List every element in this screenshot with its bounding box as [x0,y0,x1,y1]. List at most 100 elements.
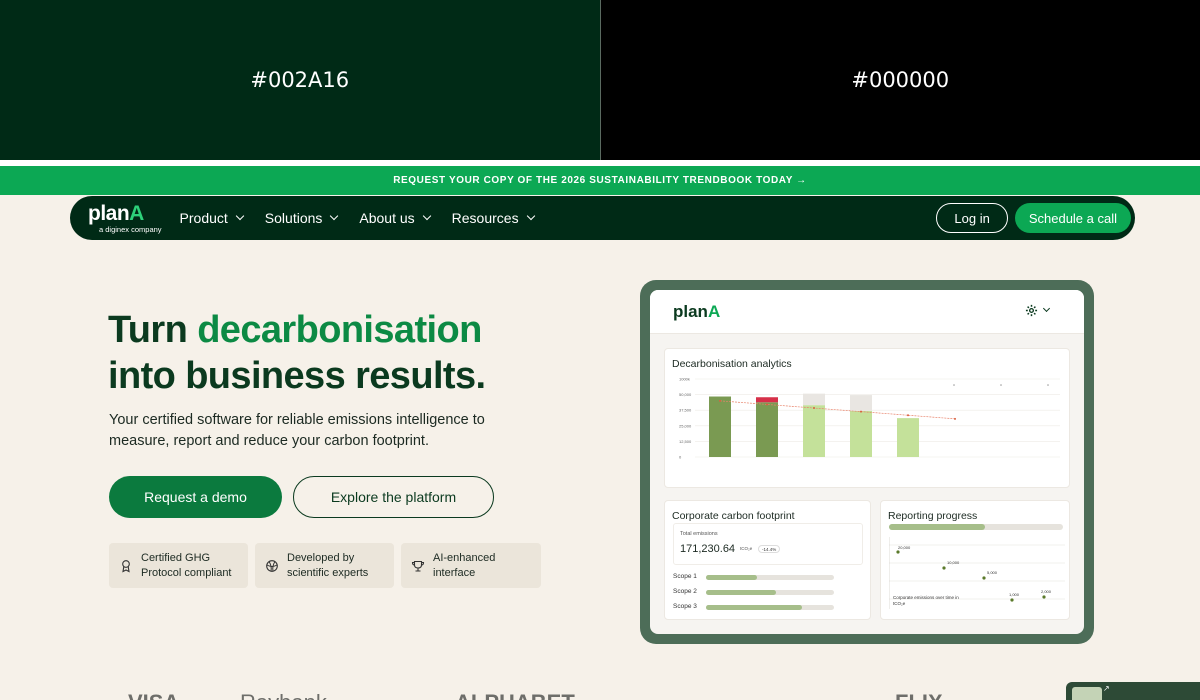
scope-label: Scope 1 [673,573,697,580]
total-emissions-value: 171,230.64 [680,543,736,555]
badge-ghg-certified: Certified GHG Protocol compliant [109,543,248,588]
partner-logos: VISA Raybank ALPHABET FLIX [0,688,1200,700]
chart-bar-cap [850,395,872,411]
mockup-settings [1025,304,1051,317]
swatch-label: #000000 [851,68,950,92]
trend-line [719,400,956,420]
partner-logo: FLIX [895,690,943,700]
widget-thumbnail [1072,687,1102,700]
carbon-footprint-card: Corporate carbon footprint Total emissio… [664,500,871,620]
trend-point [766,403,768,406]
hero-title-start: Turn [108,309,188,351]
chevron-down-icon [526,211,535,221]
dashboard-screen: planA Decarbonisation analytics 1000k 50,… [650,290,1084,634]
banner-text[interactable]: REQUEST YOUR COPY OF THE 2026 SUSTAINABI… [393,175,807,186]
chart-legend-text: Corporate emissions over time in tCO₂e [893,595,959,606]
placeholder-point [1000,384,1002,386]
chart-point-label: 1,000 [1009,592,1020,597]
trend-point [907,414,909,417]
chart-bar-cap [803,393,825,406]
chart-bar [850,410,872,457]
swatch-dark-green: #002A16 [0,0,601,160]
trend-point [813,407,815,410]
login-button[interactable]: Log in [936,203,1008,233]
badge-scientific-experts: Developed by scientific experts [255,543,394,588]
analytics-title: Decarbonisation analytics [672,358,792,370]
partner-logo: Raybank [240,690,327,700]
mockup-logo: planA [673,302,721,321]
trend-point [860,410,862,413]
chevron-down-icon [330,211,339,221]
announcement-banner[interactable]: REQUEST YOUR COPY OF THE 2026 SUSTAINABI… [0,166,1200,195]
badge-line: AI-enhanced [433,551,496,564]
reporting-title: Reporting progress [888,510,978,522]
chart-point-label: 20,000 [898,545,911,550]
reporting-bar [889,524,1063,530]
nav-item-product[interactable]: Product [180,210,245,226]
nav-item-resources[interactable]: Resources [452,210,535,226]
nav-item-solutions[interactable]: Solutions [264,210,339,226]
reporting-bar-fill [889,524,985,530]
y-tick-label: 12,500 [679,439,692,444]
analytics-chart: 1000k 50,000 37,500 25,000 12,500 0 [679,377,1060,460]
mockup-header: planA [650,290,1084,334]
chart-legend: Corporate emissions over time in tCO₂e [893,595,959,606]
trophy-icon [411,560,425,572]
chart-point-label: 5,000 [987,570,998,575]
explore-platform-button[interactable]: Explore the platform [293,476,494,518]
y-tick-label: 37,500 [679,408,692,413]
schedule-call-button[interactable]: Schedule a call [1014,203,1131,233]
external-link-icon[interactable]: ↗ [1103,684,1110,693]
badge-line: Protocol compliant [141,566,232,579]
chart-point [1010,598,1014,602]
scope-row: Scope 3 [673,603,697,610]
hero-subtitle: Your certified software for reliable emi… [109,412,485,449]
scope-label: Scope 2 [673,588,697,595]
chart-bar [709,396,731,457]
scope-row: Scope 2 [673,588,697,595]
swatch-black: #000000 [600,0,1200,160]
chart-point [982,576,986,580]
brand-logo[interactable]: planA a diginex company [88,203,162,234]
y-tick-label: 50,000 [679,392,692,397]
dashboard-mockup: planA Decarbonisation analytics 1000k 50,… [640,280,1094,644]
partner-logo: ALPHABET [455,690,575,700]
scope-label: Scope 3 [673,603,697,610]
chevron-down-icon [422,211,431,221]
badge-line: scientific experts [287,566,369,579]
reporting-chart: 20,000 10,000 5,000 1,000 2,000 Corporat… [889,537,1065,609]
award-icon [122,559,130,572]
y-tick-label: 0 [679,455,682,460]
placeholder-point [953,384,955,386]
hero-title: Turn decarbonisation into business resul… [108,307,486,399]
scope-row: Scope 1 [673,573,697,580]
partner-logo: VISA [128,690,179,700]
logo-wordmark: planA [88,201,144,225]
nav-item-about-us[interactable]: About us [359,210,431,226]
scope-bar [706,575,834,580]
placeholder-point [1047,384,1049,386]
logo-tagline: a diginex company [99,224,162,234]
scope-bar [706,605,834,610]
chart-bar [897,418,919,457]
hero-title-highlight: decarbonisation [197,309,482,351]
badge-line: interface [433,566,476,579]
analytics-card: Decarbonisation analytics 1000k 50,000 37,… [664,348,1070,488]
trend-point [954,417,956,420]
chart-bar [756,402,778,457]
chart-point [896,550,900,554]
color-swatches: #002A16 #000000 [0,0,1200,160]
badge-line: Certified GHG [141,551,211,564]
nav-item-label: Solutions [264,210,323,226]
chart-bar [803,405,825,457]
scope-bar-fill [706,590,777,595]
y-tick-label: 25,000 [679,423,692,428]
floating-widget[interactable]: ↗ [1066,682,1200,700]
footprint-title: Corporate carbon footprint [672,510,795,522]
request-demo-button[interactable]: Request a demo [109,476,282,518]
globe-icon [266,559,278,572]
chart-bar-cap [756,397,778,403]
y-tick-label: 1000k [679,377,690,382]
chart-point [942,566,946,570]
badge-line: Developed by [287,551,355,564]
